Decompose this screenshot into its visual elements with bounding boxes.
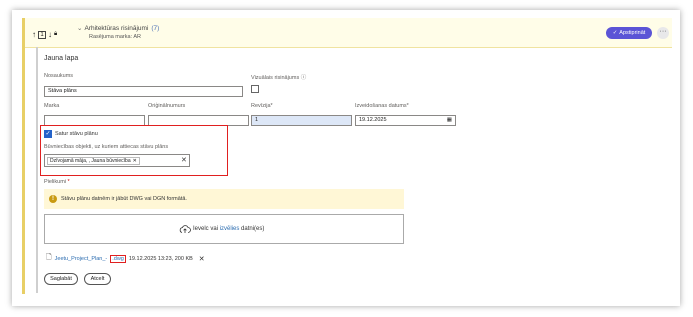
form-left-bar [36, 47, 38, 293]
attachments-label: Pielikumi * [44, 179, 70, 185]
file-icon: 🗋︎ [46, 254, 52, 261]
arrow-up-icon[interactable]: ↑ [32, 30, 36, 39]
section-count: (7) [151, 25, 160, 32]
floor-plan-checkbox[interactable]: ✓ [44, 130, 52, 138]
file-drop-zone[interactable]: Ievelc vai izvēlies datni(es) [44, 214, 404, 244]
selected-tag: Dzīvojamā māja, , Jauna būvniecība ✕ [47, 157, 140, 165]
tag-text: Dzīvojamā māja, , Jauna būvniecība [50, 158, 131, 164]
format-notice: ! Stāvu plānu datnēm ir jābūt DWG vai DG… [44, 189, 404, 209]
form-title: Jauna lapa [44, 55, 79, 62]
notice-text: Stāvu plānu datnēm ir jābūt DWG vai DGN … [61, 196, 187, 202]
marka-label: Marka [44, 103, 60, 109]
visual-checkbox[interactable] [251, 85, 259, 93]
tag-remove-icon[interactable]: ✕ [133, 158, 137, 164]
attached-file: 🗋︎ Jeetu_Project_Plan_- .dwg 19.12.2025 … [46, 253, 205, 264]
chevron-down-icon[interactable]: ⌄ [77, 25, 82, 32]
warning-icon: ! [49, 195, 57, 203]
order-number[interactable]: 1 [38, 30, 46, 39]
section-title[interactable]: ⌄ Arhitektūras risinājumi (7) [77, 24, 159, 32]
floor-plan-label: Satur stāvu plānu [55, 131, 98, 137]
save-button[interactable]: Saglabāt [44, 273, 78, 285]
name-input[interactable]: Stāva plāns [44, 86, 243, 97]
choose-file-link[interactable]: izvēlies [220, 226, 240, 232]
clear-selection-icon[interactable]: ✕ [181, 156, 187, 164]
revision-input[interactable]: 1 [251, 115, 352, 126]
file-extension[interactable]: .dwg [110, 254, 126, 263]
section-title-text: Arhitektūras risinājumi [84, 25, 149, 32]
approve-button[interactable]: ✓ Apstiprināt [606, 27, 652, 39]
name-label: Nosaukums [44, 73, 74, 79]
section-subtitle: Rasējuma marka: AR [89, 34, 141, 40]
section-header: ↑ 1 ↓ 🔒︎ ⌄ Arhitektūras risinājumi (7) Ras… [25, 18, 672, 48]
file-meta: 19.12.2025 13:23, 200 KB [128, 255, 193, 262]
file-name-link[interactable]: Jeetu_Project_Plan_- [55, 256, 108, 262]
created-date-label: Izveidošanas datums* [355, 103, 409, 109]
more-options-button[interactable]: ··· [657, 27, 669, 39]
remove-file-icon[interactable]: ✕ [199, 255, 205, 263]
check-icon: ✓ [612, 30, 618, 36]
lock-icon[interactable]: 🔒︎ [54, 31, 57, 38]
original-number-label: Oriģinālnumurs [148, 103, 186, 109]
drop-text: Ievelc vai izvēlies datni(es) [193, 226, 265, 232]
calendar-icon[interactable]: ▦ [447, 116, 452, 125]
approve-label: Apstiprināt [619, 30, 646, 36]
visual-label: Vizuālais risinājums ⓘ [251, 75, 307, 81]
created-date-input[interactable]: 19.12.2025 ▦ [355, 115, 456, 126]
cancel-button[interactable]: Atcelt [84, 273, 111, 285]
cloud-upload-icon [179, 225, 191, 233]
building-objects-label: Būvniecības objekti, uz kuriem attiecas … [44, 144, 169, 150]
order-controls: ↑ 1 ↓ 🔒︎ [32, 30, 57, 39]
arrow-down-icon[interactable]: ↓ [48, 30, 52, 39]
section-title-block: ⌄ Arhitektūras risinājumi (7) Rasējuma mar… [77, 24, 159, 40]
created-date-value: 19.12.2025 [359, 117, 387, 123]
revision-label: Revīzija* [251, 103, 273, 109]
info-icon[interactable]: ⓘ [301, 75, 307, 81]
